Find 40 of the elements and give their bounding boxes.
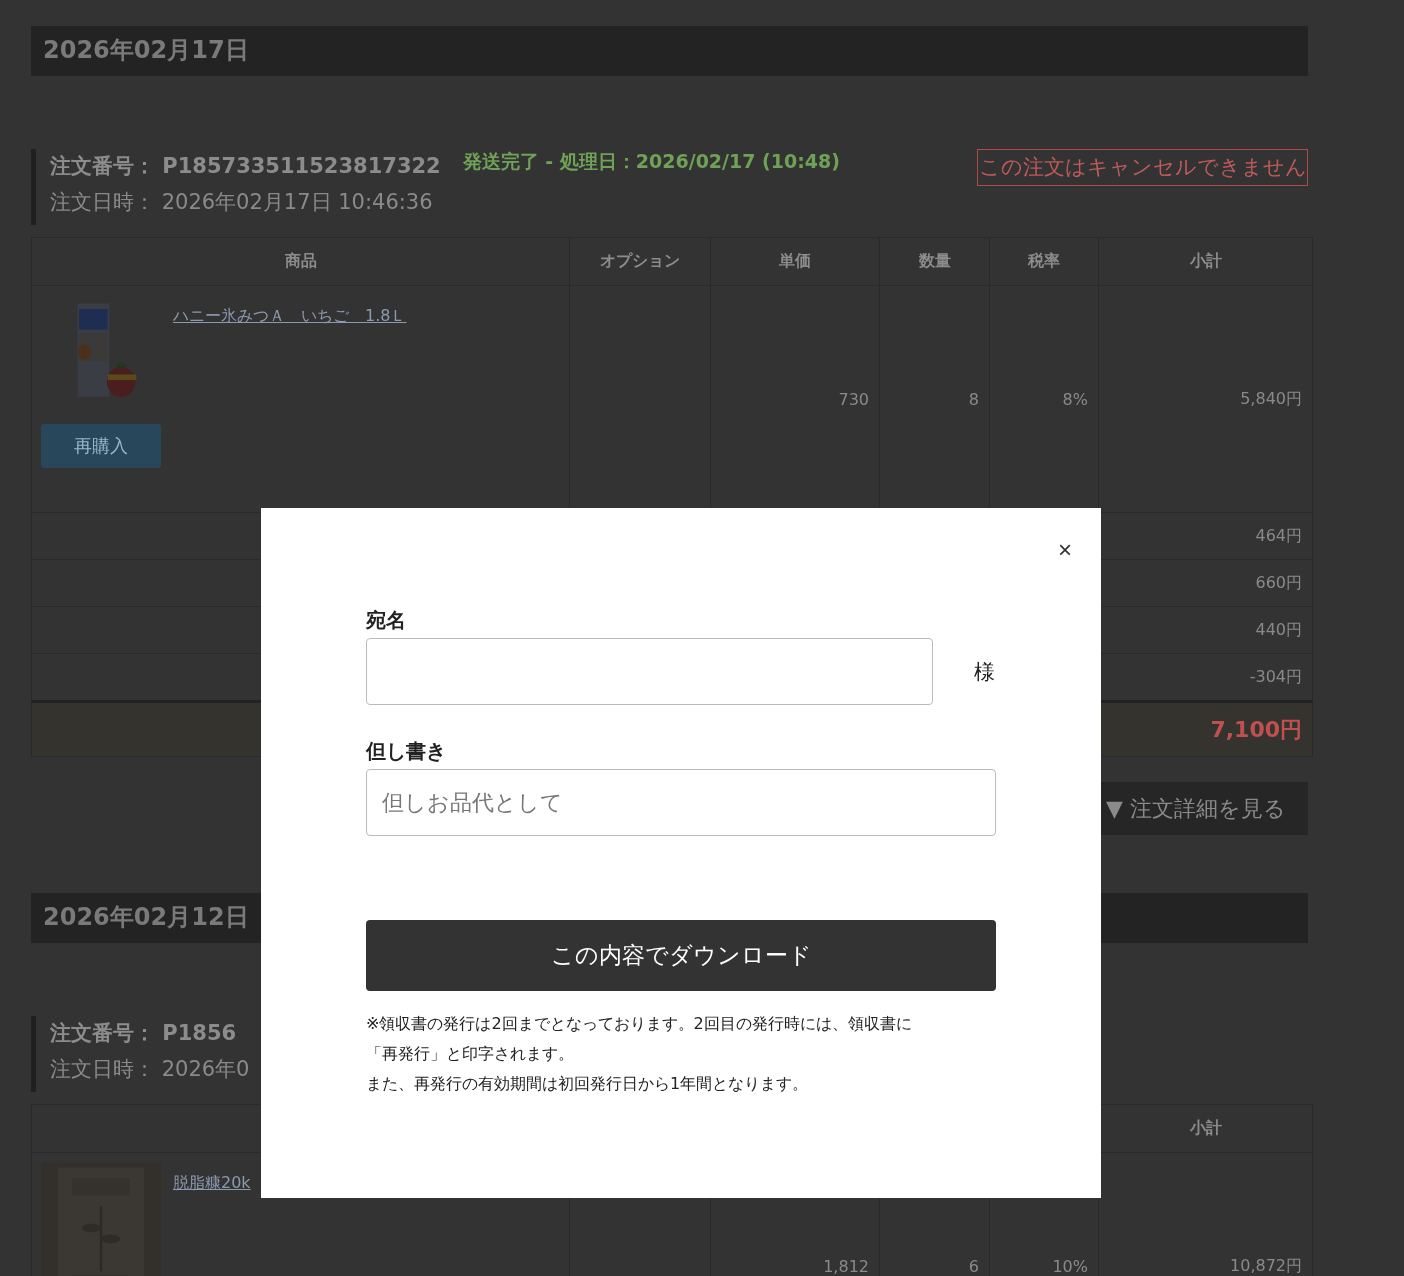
note-text: また、再発行の有効期間は初回発行日から1年間となります。 (366, 1073, 810, 1095)
table-cell: 8 (968, 389, 979, 409)
column-header: 小計 (1189, 1118, 1222, 1137)
summary-amount: 660円 (1255, 572, 1302, 592)
table-cell: 6 (968, 1256, 979, 1276)
honorific-suffix: 様 (974, 658, 995, 686)
order-date: 注文日時： 2026年0 (50, 1056, 250, 1083)
order-number: 注文番号： P1856 (50, 1020, 238, 1047)
date-heading: 2026年02月17日 (31, 26, 1308, 76)
download-button[interactable]: この内容でダウンロード (366, 920, 996, 991)
table-cell: 10,872円 (1230, 1255, 1302, 1275)
product-link[interactable]: 脱脂糠20k (173, 1173, 251, 1276)
rebuy-button[interactable]: 再購入 (41, 424, 161, 468)
table-cell: 10% (1052, 1256, 1088, 1276)
total-amount: 7,100円 (1210, 716, 1302, 742)
table-cell: 730 (838, 389, 869, 409)
shipping-status: 発送完了 - 処理日：2026/02/17 (10:48) (462, 149, 840, 173)
table-cell: 8% (1062, 389, 1088, 409)
column-header: 税率 (1028, 251, 1060, 270)
column-header: 商品 (284, 251, 317, 270)
summary-amount: -304円 (1249, 666, 1302, 686)
field-label: 宛名 (366, 607, 407, 634)
cancel-notice: この注文はキャンセルできません (977, 149, 1308, 186)
order-number: 注文番号： P185733511523817322 (50, 153, 441, 180)
table-cell: 5,840円 (1240, 388, 1302, 408)
order-date: 注文日時： 2026年02月17日 10:46:36 (50, 189, 434, 216)
column-header: 小計 (1189, 251, 1222, 270)
summary-amount: 464円 (1255, 525, 1302, 545)
note-text: 「再発行」と印字されます。 (366, 1043, 575, 1065)
field-label: 但し書き (366, 738, 447, 765)
table-cell: 1,812 (823, 1256, 869, 1276)
column-header: 単価 (779, 251, 811, 270)
product-link[interactable]: ハニー氷みつＡ いちご 1.8Ｌ (173, 306, 407, 468)
column-header: 数量 (918, 251, 951, 270)
column-header: オプション (600, 251, 680, 270)
input-field[interactable]: 但しお品代として (366, 769, 996, 836)
close-button[interactable]: × (1054, 538, 1076, 562)
note-text: ※領収書の発行は2回までとなっております。2回目の発行時には、領収書に (366, 1013, 913, 1035)
summary-amount: 440円 (1255, 619, 1302, 639)
input-field[interactable] (366, 638, 933, 705)
